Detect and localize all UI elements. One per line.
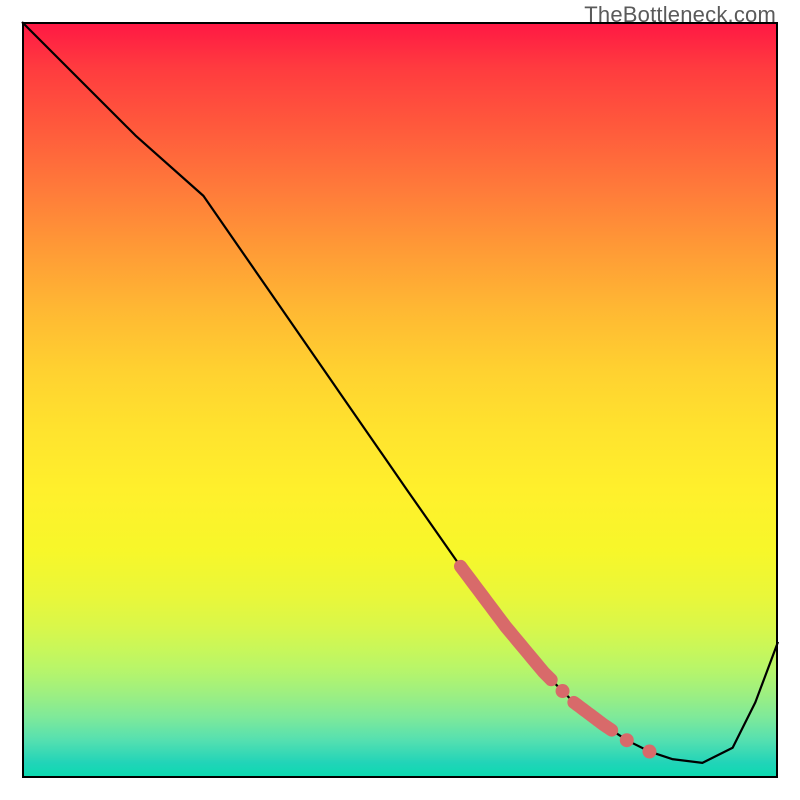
highlight-segment-1: [574, 702, 612, 730]
bottleneck-curve-line: [22, 22, 778, 763]
highlight-dot-1: [620, 733, 634, 747]
chart-plot-area: [22, 22, 778, 778]
bottleneck-chart: TheBottleneck.com: [0, 0, 800, 800]
highlight-segment-0: [460, 566, 551, 679]
highlight-dot-2: [642, 745, 656, 759]
highlight-dot-0: [556, 684, 570, 698]
watermark-text: TheBottleneck.com: [584, 2, 776, 28]
